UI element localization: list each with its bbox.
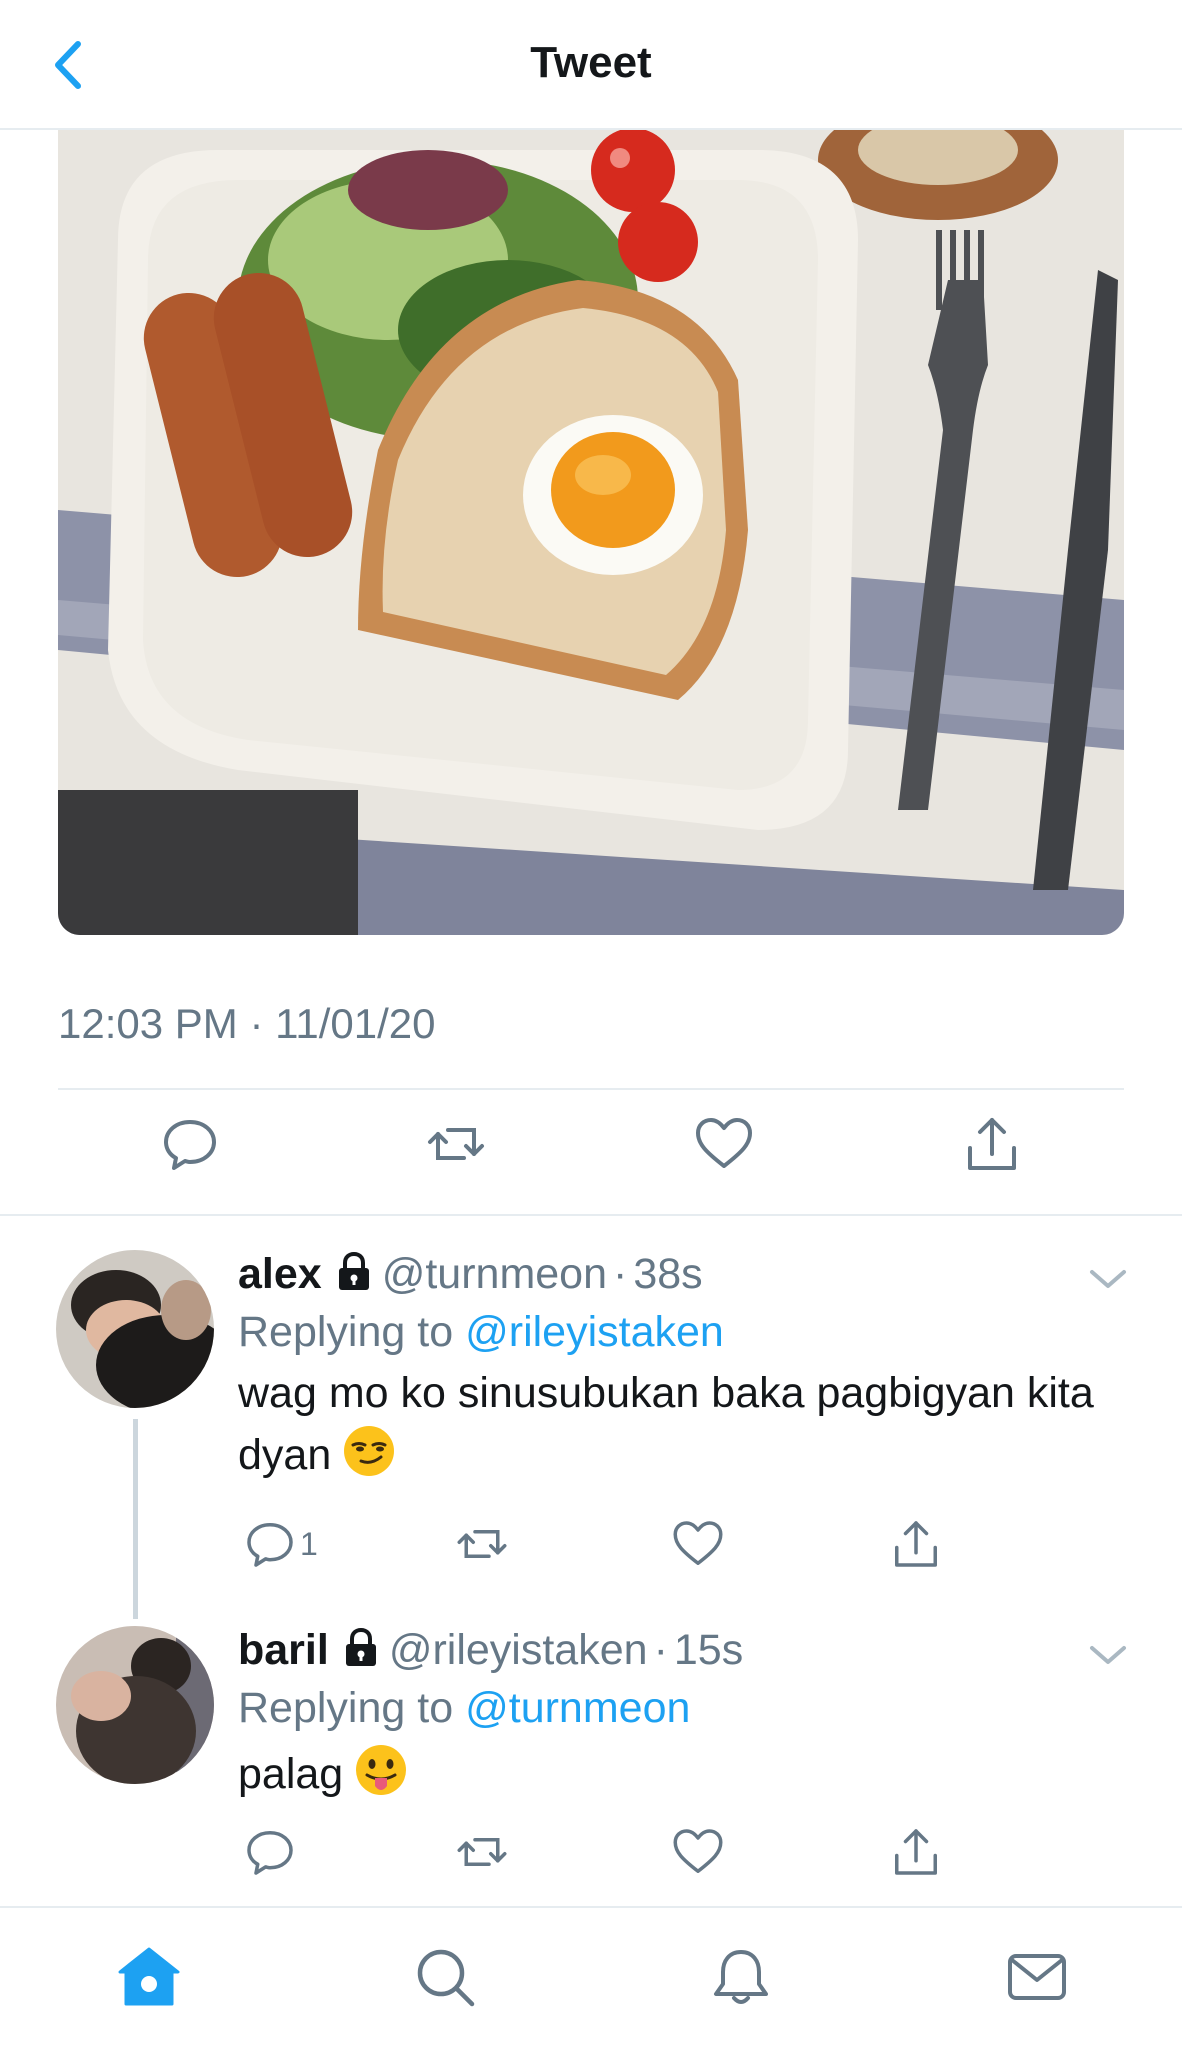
- user-handle[interactable]: @rileyistaken: [389, 1626, 648, 1674]
- reply-header: alex @turnmeon · 38s: [238, 1250, 703, 1303]
- reply-button[interactable]: [242, 1516, 298, 1572]
- share-icon: [968, 1118, 1016, 1170]
- home-icon: [118, 1947, 180, 2006]
- reply-header: baril @rileyistaken · 15s: [238, 1626, 743, 1679]
- retweet-icon: [428, 1128, 484, 1160]
- retweet-icon: [457, 1838, 507, 1866]
- reply-time: 38s: [633, 1250, 703, 1298]
- like-icon: [673, 1521, 723, 1565]
- face-with-tongue-icon: [353, 1742, 409, 1814]
- reply-count: 1: [300, 1526, 318, 1562]
- chevron-down-icon: [1090, 1270, 1126, 1288]
- chevron-down-icon: [1090, 1646, 1126, 1664]
- reply-button[interactable]: [158, 1112, 222, 1176]
- reply-icon: [247, 1831, 293, 1875]
- lock-icon: [336, 1251, 372, 1303]
- like-button[interactable]: [692, 1112, 756, 1176]
- divider: [0, 1214, 1182, 1216]
- lock-icon: [343, 1627, 379, 1679]
- reply-body: palag: [238, 1750, 344, 1798]
- mention-link[interactable]: @rileyistaken: [465, 1308, 724, 1356]
- reply-text: palag: [238, 1742, 1118, 1814]
- reply-icon: [164, 1120, 216, 1170]
- avatar[interactable]: [56, 1626, 214, 1784]
- separator-dot: ·: [653, 1626, 668, 1674]
- mention-link[interactable]: @turnmeon: [465, 1684, 690, 1732]
- separator-dot: ·: [613, 1250, 628, 1298]
- share-button[interactable]: [888, 1824, 944, 1880]
- page-title: Tweet: [530, 38, 652, 87]
- display-name[interactable]: baril: [238, 1626, 329, 1674]
- search-icon: [417, 1949, 475, 2007]
- tab-messages[interactable]: [1004, 1944, 1070, 2010]
- replying-to: Replying to @rileyistaken: [238, 1308, 724, 1357]
- user-handle[interactable]: @turnmeon: [382, 1250, 607, 1298]
- thread-line: [133, 1419, 138, 1619]
- divider: [58, 1088, 1124, 1090]
- retweet-button[interactable]: [424, 1112, 488, 1176]
- messages-icon: [1008, 1954, 1066, 2000]
- top-nav-bar: Tweet: [0, 0, 1182, 130]
- replying-to: Replying to @turnmeon: [238, 1684, 690, 1733]
- reply-icon: [247, 1523, 293, 1567]
- smirking-face-icon: [341, 1423, 397, 1495]
- tweet-action-bar: [0, 1112, 1182, 1192]
- bottom-tab-bar: [0, 1906, 1182, 2048]
- share-icon: [895, 1521, 937, 1567]
- notifications-icon: [714, 1950, 768, 2004]
- share-button[interactable]: [960, 1112, 1024, 1176]
- reply-time: 15s: [673, 1626, 744, 1674]
- tweet-timestamp: 12:03 PM · 11/01/20: [58, 1000, 436, 1047]
- tab-search[interactable]: [412, 1944, 478, 2010]
- tab-notifications[interactable]: [708, 1944, 774, 2010]
- more-options-button[interactable]: [1086, 1264, 1130, 1294]
- retweet-icon: [457, 1530, 507, 1558]
- retweet-button[interactable]: [454, 1824, 510, 1880]
- replying-label: Replying to: [238, 1308, 454, 1356]
- reply-button[interactable]: [242, 1824, 298, 1880]
- like-icon: [673, 1829, 723, 1873]
- replying-label: Replying to: [238, 1684, 454, 1732]
- reply-text: wag mo ko sinusubukan baka pagbigyan kit…: [238, 1364, 1118, 1495]
- display-name[interactable]: alex: [238, 1250, 322, 1298]
- retweet-button[interactable]: [454, 1516, 510, 1572]
- avatar[interactable]: [56, 1250, 214, 1408]
- like-button[interactable]: [670, 1824, 726, 1880]
- share-icon: [895, 1829, 937, 1875]
- tab-home[interactable]: [116, 1944, 182, 2010]
- like-icon: [696, 1118, 752, 1168]
- share-button[interactable]: [888, 1516, 944, 1572]
- like-button[interactable]: [670, 1516, 726, 1572]
- tweet-photo[interactable]: [58, 130, 1124, 935]
- more-options-button[interactable]: [1086, 1640, 1130, 1670]
